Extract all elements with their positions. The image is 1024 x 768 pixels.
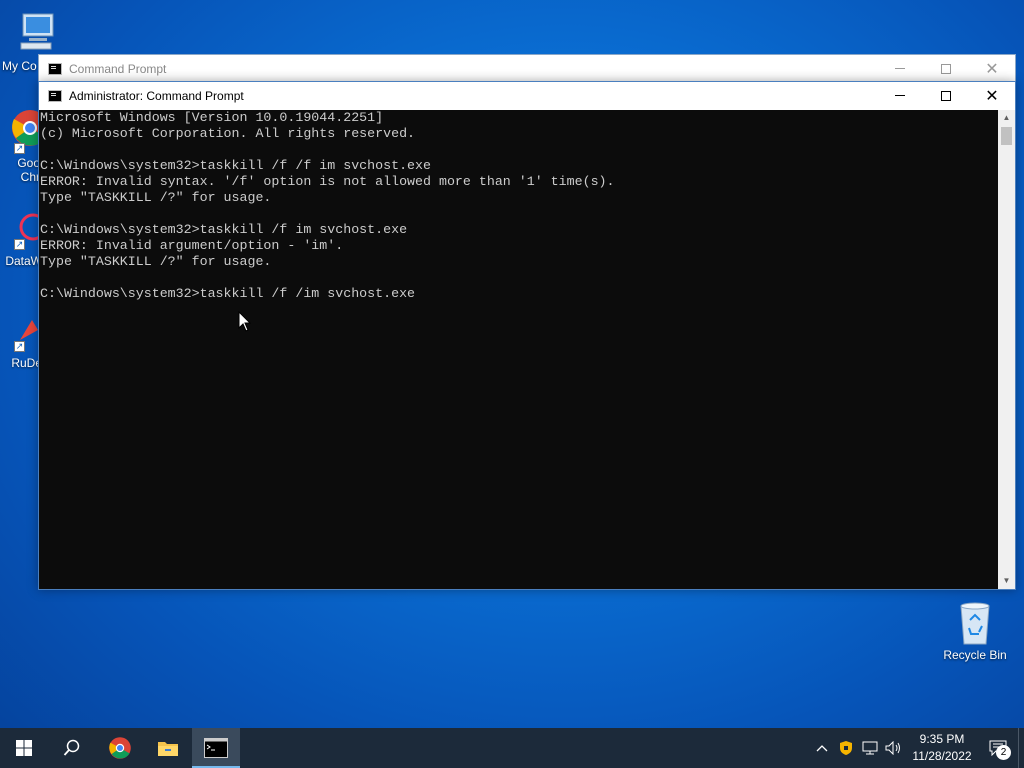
minimize-button[interactable] xyxy=(877,82,923,109)
window-title: Command Prompt xyxy=(69,61,167,76)
clock-time: 9:35 PM xyxy=(919,732,965,746)
console-line: Microsoft Windows [Version 10.0.19044.22… xyxy=(40,110,384,125)
minimize-icon xyxy=(895,95,905,96)
clock-date: 11/28/2022 xyxy=(912,749,972,763)
command-prompt-window-admin[interactable]: Administrator: Command Prompt ✕ Microsof… xyxy=(38,81,1016,590)
maximize-icon xyxy=(941,90,951,101)
search-button[interactable] xyxy=(48,728,96,768)
security-shield-icon[interactable] xyxy=(834,728,858,768)
vertical-scrollbar[interactable]: ▲ ▼ xyxy=(998,110,1015,589)
show-desktop-button[interactable] xyxy=(1018,728,1024,768)
console-line: ERROR: Invalid syntax. '/f' option is no… xyxy=(40,174,615,189)
volume-icon[interactable] xyxy=(882,728,906,768)
command-prompt-icon xyxy=(48,62,62,75)
console-output[interactable]: Microsoft Windows [Version 10.0.19044.22… xyxy=(39,110,999,589)
minimize-button[interactable] xyxy=(877,55,923,82)
taskbar-chrome-button[interactable] xyxy=(96,728,144,768)
scroll-down-arrow-icon[interactable]: ▼ xyxy=(998,573,1015,589)
taskbar-file-explorer-button[interactable] xyxy=(144,728,192,768)
clock[interactable]: 9:35 PM 11/28/2022 xyxy=(906,731,978,765)
mouse-cursor-icon xyxy=(238,311,252,332)
scroll-up-arrow-icon[interactable]: ▲ xyxy=(998,110,1015,126)
show-hidden-icons-chevron-icon[interactable] xyxy=(810,728,834,768)
chrome-icon xyxy=(109,737,131,759)
console-line: Type "TASKKILL /?" for usage. xyxy=(40,190,272,205)
search-icon xyxy=(63,739,80,756)
window-title: Administrator: Command Prompt xyxy=(69,88,244,103)
taskbar: 9:35 PM 11/28/2022 2 xyxy=(0,728,1024,768)
recycle-bin-icon xyxy=(960,602,990,645)
console-line: C:\Windows\system32>taskkill /f /f im sv… xyxy=(40,158,431,173)
notification-count-badge: 2 xyxy=(996,745,1011,760)
start-button[interactable] xyxy=(0,728,48,768)
close-button[interactable]: ✕ xyxy=(969,55,1015,82)
network-icon[interactable] xyxy=(858,728,882,768)
title-bar[interactable]: Command Prompt ✕ xyxy=(39,55,1015,82)
console-line xyxy=(40,206,999,222)
shortcut-arrow-icon: ↗ xyxy=(14,239,25,250)
scrollbar-thumb[interactable] xyxy=(1001,127,1012,145)
computer-icon xyxy=(20,13,54,50)
maximize-button[interactable] xyxy=(923,55,969,82)
maximize-button[interactable] xyxy=(923,82,969,109)
console-input-line[interactable]: C:\Windows\system32>taskkill /f /im svch… xyxy=(40,286,999,302)
start-icon xyxy=(16,740,32,756)
command-prompt-icon xyxy=(204,738,228,758)
console-line: Type "TASKKILL /?" for usage. xyxy=(40,254,272,269)
system-tray: 9:35 PM 11/28/2022 2 xyxy=(810,728,1024,768)
action-center-button[interactable]: 2 xyxy=(978,728,1018,768)
close-icon: ✕ xyxy=(985,58,999,78)
console-line: (c) Microsoft Corporation. All rights re… xyxy=(40,126,416,141)
command-prompt-window-inactive[interactable]: Command Prompt ✕ xyxy=(38,54,1016,84)
close-button[interactable]: ✕ xyxy=(969,82,1015,109)
console-line xyxy=(40,142,999,158)
console-line: C:\Windows\system32>taskkill /f im svcho… xyxy=(40,222,408,237)
console-line: ERROR: Invalid argument/option - 'im'. xyxy=(40,238,344,253)
title-bar[interactable]: Administrator: Command Prompt ✕ xyxy=(39,82,1015,109)
close-icon: ✕ xyxy=(985,85,999,105)
shortcut-arrow-icon: ↗ xyxy=(14,341,25,352)
command-prompt-icon xyxy=(48,89,62,102)
taskbar-command-prompt-button[interactable] xyxy=(192,728,240,768)
shortcut-arrow-icon: ↗ xyxy=(14,143,25,154)
file-explorer-icon xyxy=(158,742,178,756)
desktop-icon-recycle-bin[interactable]: Recycle Bin xyxy=(937,600,1013,662)
console-line xyxy=(40,270,999,286)
desktop-icon-label: Recycle Bin xyxy=(943,648,1007,662)
